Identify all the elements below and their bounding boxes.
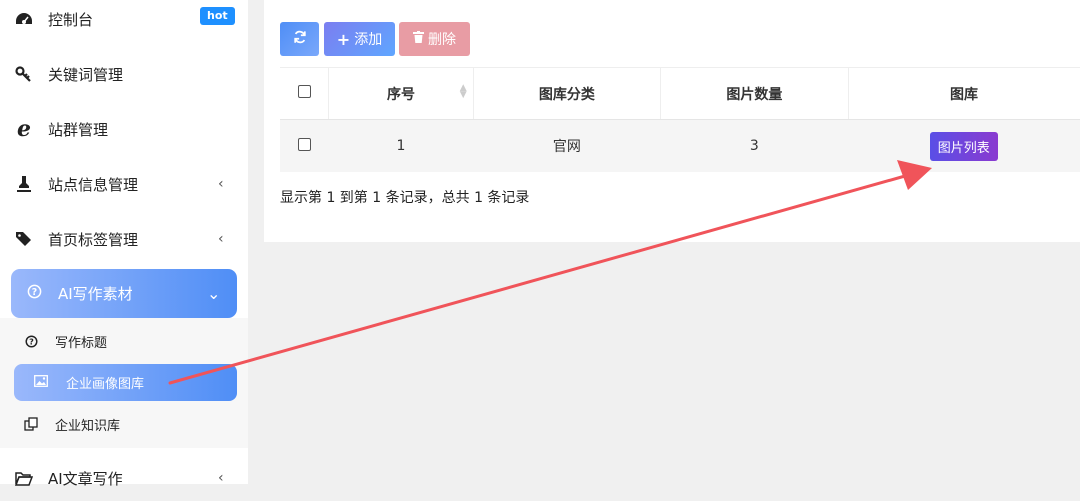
hot-badge: hot: [200, 7, 235, 25]
sidebar-item-label: 站群管理: [48, 120, 109, 139]
delete-button-label: 删除: [428, 32, 456, 48]
sidebar-subitem-label: 企业画像图库: [66, 377, 145, 392]
refresh-button[interactable]: [280, 22, 319, 56]
sidebar-item-label: 控制台: [48, 10, 94, 29]
table-row: 1 官网 3 图片列表: [280, 119, 1080, 172]
chevron-down-icon: ⌄: [207, 284, 221, 303]
copy-icon: [24, 417, 38, 431]
sidebar-item-site-info[interactable]: 站点信息管理 ‹: [0, 161, 248, 207]
sidebar-group-label: AI写作素材: [58, 285, 133, 303]
column-header-index[interactable]: 序号 ▲ ▼: [328, 67, 474, 120]
sidebar-subitem-label: 企业知识库: [55, 418, 121, 434]
add-button[interactable]: + 添加: [324, 22, 395, 56]
select-all-cell: [280, 67, 330, 120]
key-icon: [14, 64, 34, 84]
content-panel: + 添加 删除 序号 ▲ ▼ 图库分类 图片数量 图库 1 官网 3 图片列表 …: [264, 0, 1080, 242]
column-header-count: 图片数量: [660, 67, 849, 120]
gallery-table: 序号 ▲ ▼ 图库分类 图片数量 图库 1 官网 3 图片列表: [280, 67, 1080, 172]
sort-icon: ▲ ▼: [459, 83, 467, 100]
sidebar-group-ai-writing-material[interactable]: ? AI写作素材 ⌄: [11, 269, 237, 318]
sidebar-item-label: AI文章写作: [48, 469, 123, 488]
sidebar-item-sites[interactable]: e 站群管理: [0, 106, 248, 152]
sidebar-item-label: 站点信息管理: [48, 175, 139, 194]
sidebar-item-home-tags[interactable]: 首页标签管理 ‹: [0, 216, 248, 262]
chevron-left-icon: ‹: [218, 176, 224, 192]
image-list-button[interactable]: 图片列表: [929, 131, 998, 161]
sidebar-item-keywords[interactable]: 关键词管理: [0, 51, 248, 97]
sidebar-item-dashboard[interactable]: 控制台 hot: [0, 0, 248, 42]
pagination-summary: 显示第 1 到第 1 条记录，总共 1 条记录: [280, 190, 530, 206]
cell-index: 1: [328, 119, 474, 172]
cell-count: 3: [660, 119, 849, 172]
tags-icon: [14, 229, 34, 249]
add-button-label: 添加: [354, 32, 383, 48]
plus-icon: +: [336, 29, 351, 49]
svg-text:?: ?: [29, 336, 34, 346]
stamp-icon: [14, 174, 34, 194]
folder-open-icon: [14, 468, 34, 488]
sidebar: 控制台 hot 关键词管理 e 站群管理 站点信息管理 ‹ 首页标签管理 ‹ ?…: [0, 0, 248, 488]
select-all-checkbox[interactable]: [297, 85, 311, 98]
ie-icon: e: [17, 116, 31, 142]
delete-button[interactable]: 删除: [399, 22, 470, 56]
refresh-icon: [293, 30, 307, 48]
question-icon: ?: [27, 284, 42, 303]
image-icon: [34, 374, 48, 391]
column-header-category: 图库分类: [473, 67, 662, 120]
sidebar-item-label: 关键词管理: [48, 65, 124, 84]
sidebar-subitem-label: 写作标题: [55, 335, 108, 351]
sidebar-subitem-knowledge-base[interactable]: 企业知识库: [0, 405, 248, 443]
dashboard-icon: [14, 9, 34, 29]
row-select-cell: [280, 119, 330, 172]
sidebar-item-ai-article-writing[interactable]: AI文章写作 ‹: [0, 455, 248, 501]
column-header-gallery: 图库: [848, 67, 1080, 120]
sidebar-item-label: 首页标签管理: [48, 230, 139, 249]
svg-text:?: ?: [32, 287, 37, 298]
row-checkbox[interactable]: [297, 137, 311, 151]
trash-icon: [413, 31, 424, 47]
sidebar-subitem-company-image-library[interactable]: 企业画像图库: [14, 364, 237, 401]
sidebar-subitem-writing-titles[interactable]: ? 写作标题: [0, 322, 248, 360]
table-header-row: 序号 ▲ ▼ 图库分类 图片数量 图库: [280, 67, 1080, 120]
question-icon: ?: [24, 334, 38, 348]
chevron-left-icon: ‹: [218, 231, 224, 247]
cell-gallery: 图片列表: [848, 119, 1080, 172]
cell-category: 官网: [473, 119, 662, 172]
